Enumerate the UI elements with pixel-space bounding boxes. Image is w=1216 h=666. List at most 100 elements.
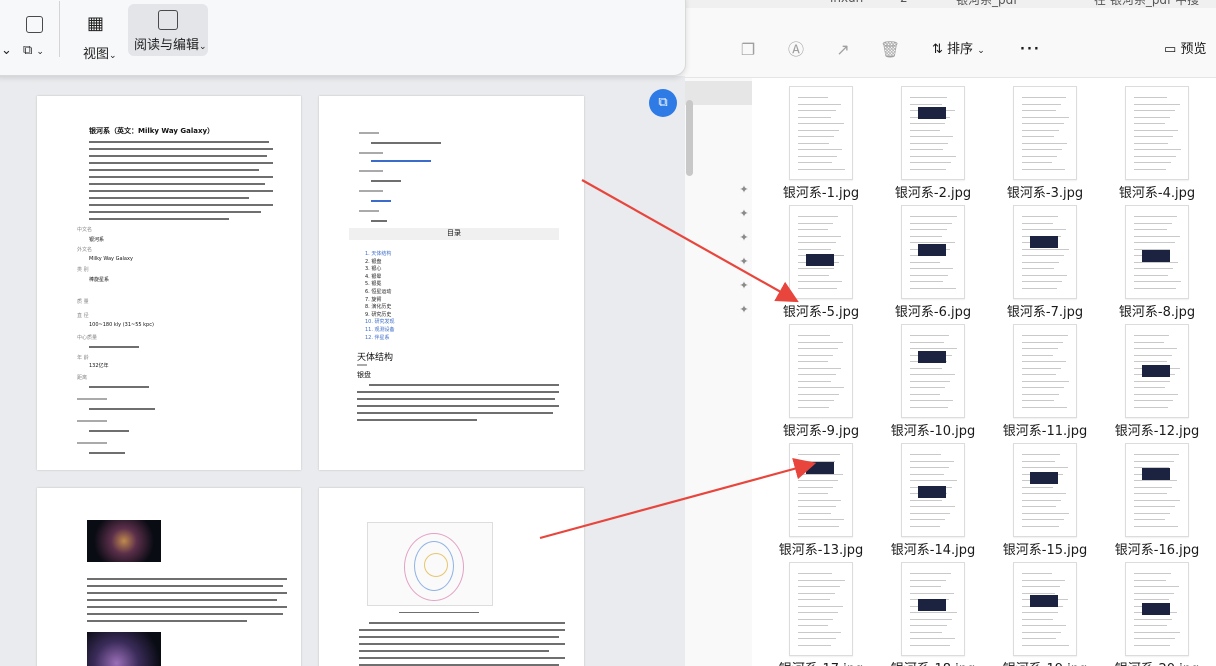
- file-name-label[interactable]: 银河系-5.jpg: [771, 301, 871, 320]
- share-icon[interactable]: ↗: [833, 40, 853, 60]
- page-title: 银河系（英文：Milky Way Galaxy）: [89, 127, 215, 135]
- pin-icon[interactable]: ✦: [737, 183, 751, 197]
- preview-button[interactable]: ▭ 预览: [1164, 38, 1206, 62]
- toc-item[interactable]: 1. 天体结构: [365, 250, 391, 257]
- rename-icon[interactable]: Ⓐ: [786, 40, 806, 60]
- file-name-label[interactable]: 银河系-14.jpg: [883, 539, 983, 558]
- partial-tool-label[interactable]: ⌄: [1, 43, 12, 58]
- file-thumbnail[interactable]: [901, 562, 965, 656]
- file-thumbnail[interactable]: [1125, 205, 1189, 299]
- file-thumbnail[interactable]: [901, 205, 965, 299]
- toc-item[interactable]: 9. 研究历史: [365, 311, 391, 318]
- pin-icon[interactable]: ✦: [737, 255, 751, 269]
- nebula-image: [87, 632, 161, 666]
- file-name-label[interactable]: 银河系-18.jpg: [883, 658, 983, 666]
- file-thumbnail[interactable]: [789, 86, 853, 180]
- file-name-label[interactable]: 银河系-9.jpg: [771, 420, 871, 439]
- copy-tool-button[interactable]: ⧉ ⌄: [23, 43, 44, 58]
- orbit-diagram: [367, 522, 493, 606]
- sort-icon: ⇅: [932, 42, 943, 57]
- copy-icon[interactable]: ❐: [738, 40, 758, 60]
- file-name-label[interactable]: 银河系-4.jpg: [1107, 182, 1207, 201]
- toc-item[interactable]: 11. 观测设备: [365, 326, 395, 333]
- reader-ribbon: ⌄ ⧉ ⌄ ▦ 视图⌄ 阅读与编辑⌄: [0, 0, 686, 76]
- file-thumbnail[interactable]: [789, 324, 853, 418]
- galaxy-image: [87, 520, 161, 562]
- file-thumbnail[interactable]: [1125, 324, 1189, 418]
- breadcrumb-item[interactable]: 2: [900, 0, 908, 5]
- file-thumbnail[interactable]: [1013, 205, 1077, 299]
- file-name-label[interactable]: 银河系-19.jpg: [995, 658, 1095, 666]
- file-thumbnail[interactable]: [1125, 86, 1189, 180]
- toc-item[interactable]: 3. 银心: [365, 265, 381, 272]
- file-thumbnail[interactable]: [901, 443, 965, 537]
- sort-button[interactable]: ⇅ 排序 ⌄: [932, 38, 985, 62]
- file-thumbnail[interactable]: [789, 562, 853, 656]
- toolbar-divider: [59, 1, 60, 57]
- file-thumbnail[interactable]: [1013, 324, 1077, 418]
- file-thumbnail[interactable]: [1125, 562, 1189, 656]
- file-name-label[interactable]: 银河系-17.jpg: [771, 658, 871, 666]
- view-button[interactable]: 视图⌄: [83, 43, 117, 62]
- file-name-label[interactable]: 银河系-1.jpg: [771, 182, 871, 201]
- explorer-command-bar: ❐ Ⓐ ↗ 🗑 ⇅ 排序 ⌄ ··· ▭ 预览: [660, 8, 1216, 78]
- pdf-reader-window: 银河系（英文：Milky Way Galaxy） 中文名 银河系 外文名 Mil…: [0, 0, 693, 666]
- breadcrumb-item[interactable]: inxun: [830, 0, 863, 5]
- pin-icon[interactable]: ✦: [737, 231, 751, 245]
- file-thumbnail[interactable]: [901, 324, 965, 418]
- vertical-scrollbar-thumb[interactable]: [686, 100, 693, 176]
- thumbnail-image: [1030, 236, 1058, 248]
- file-name-label[interactable]: 银河系-7.jpg: [995, 301, 1095, 320]
- toc-item[interactable]: 2. 银盘: [365, 258, 381, 265]
- file-name-label[interactable]: 银河系-8.jpg: [1107, 301, 1207, 320]
- chevron-down-icon: ⌄: [977, 46, 985, 56]
- side-panel-toggle-icon[interactable]: ⧉: [649, 89, 677, 117]
- toc-item[interactable]: 8. 演化历史: [365, 303, 391, 310]
- file-thumbnail[interactable]: [1013, 86, 1077, 180]
- preview-pane-icon: ▭: [1164, 42, 1177, 57]
- file-name-label[interactable]: 银河系-20.jpg: [1107, 658, 1207, 666]
- document-page-4[interactable]: [319, 488, 584, 666]
- page-tool-icon[interactable]: [26, 16, 43, 33]
- pin-icon[interactable]: ✦: [737, 207, 751, 221]
- toc-item[interactable]: 4. 银晕: [365, 273, 381, 280]
- file-name-label[interactable]: 银河系-6.jpg: [883, 301, 983, 320]
- toc-item[interactable]: 7. 旋臂: [365, 296, 381, 303]
- toc-item[interactable]: 10. 研究发现: [365, 318, 395, 325]
- file-name-label[interactable]: 银河系-3.jpg: [995, 182, 1095, 201]
- file-name-label[interactable]: 银河系-13.jpg: [771, 539, 871, 558]
- file-name-label[interactable]: 银河系-16.jpg: [1107, 539, 1207, 558]
- file-thumbnail[interactable]: [901, 86, 965, 180]
- pin-icon[interactable]: ✦: [737, 279, 751, 293]
- document-page-2[interactable]: 目录 1. 天体结构 2. 银盘 3. 银心 4. 银晕 5. 银冕 6. 恒星运动 7. …: [319, 96, 584, 470]
- thumbnail-image: [918, 244, 946, 256]
- toc-item[interactable]: 6. 恒星运动: [365, 288, 391, 295]
- toc-item[interactable]: 5. 银冕: [365, 280, 381, 287]
- breadcrumb-item[interactable]: 银河系_pdf: [956, 0, 1017, 8]
- more-options-button[interactable]: ···: [1020, 38, 1041, 62]
- document-page-1[interactable]: 银河系（英文：Milky Way Galaxy） 中文名 银河系 外文名 Mil…: [37, 96, 301, 470]
- file-thumbnail[interactable]: [789, 205, 853, 299]
- thumbnail-image: [1030, 472, 1058, 484]
- thumbnail-image: [1142, 250, 1170, 262]
- file-thumbnail[interactable]: [1125, 443, 1189, 537]
- document-page-3[interactable]: [37, 488, 301, 666]
- pin-icon[interactable]: ✦: [737, 303, 751, 317]
- explorer-titlebar: inxun 2 银河系_pdf 在 银河系_pdf 中搜: [660, 0, 1216, 8]
- file-name-label[interactable]: 银河系-2.jpg: [883, 182, 983, 201]
- file-thumbnail[interactable]: [789, 443, 853, 537]
- file-name-label[interactable]: 银河系-12.jpg: [1107, 420, 1207, 439]
- file-thumbnail[interactable]: [1013, 443, 1077, 537]
- toc-item[interactable]: 12. 伴星系: [365, 334, 390, 341]
- delete-icon[interactable]: 🗑: [880, 40, 900, 60]
- chevron-down-icon: ⌄: [109, 51, 117, 61]
- read-edit-button[interactable]: 阅读与编辑⌄: [128, 4, 208, 56]
- search-input[interactable]: 在 银河系_pdf 中搜: [1094, 0, 1199, 8]
- file-thumbnail[interactable]: [1013, 562, 1077, 656]
- file-name-label[interactable]: 银河系-10.jpg: [883, 420, 983, 439]
- subsection-heading: 银盘: [357, 371, 371, 379]
- file-name-label[interactable]: 银河系-15.jpg: [995, 539, 1095, 558]
- file-name-label[interactable]: 银河系-11.jpg: [995, 420, 1095, 439]
- thumbnail-image: [1030, 595, 1058, 607]
- document-canvas: 银河系（英文：Milky Way Galaxy） 中文名 银河系 外文名 Mil…: [0, 76, 685, 666]
